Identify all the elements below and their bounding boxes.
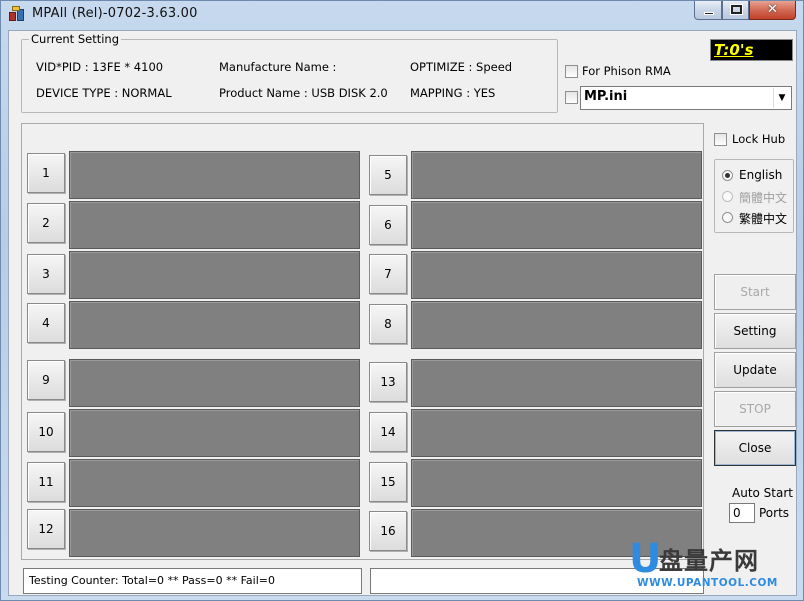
application-window: MPAll (Rel)-0702-3.63.00 ✕ Current Setti… (0, 0, 804, 601)
language-english-label[interactable]: English (739, 168, 782, 182)
watermark-url: WWW.UPANTOOL.COM (637, 577, 778, 589)
maximize-button[interactable] (722, 1, 749, 20)
port-status-bar-10 (69, 409, 360, 457)
port-status-bar-2 (69, 201, 360, 249)
title-bar[interactable]: MPAll (Rel)-0702-3.63.00 ✕ (1, 1, 803, 27)
ini-file-value: MP.ini (584, 89, 628, 104)
testing-counter-box: Testing Counter: Total=0 ** Pass=0 ** Fa… (23, 568, 362, 594)
ini-file-select[interactable]: MP.ini ▼ (580, 86, 792, 110)
ports-label: Ports (759, 506, 790, 520)
port-status-bar-12 (69, 509, 360, 557)
port-button-9[interactable]: 9 (27, 360, 65, 400)
port-button-7[interactable]: 7 (369, 254, 407, 294)
language-traditional-label[interactable]: 繁體中文 (739, 210, 787, 227)
lock-hub-checkbox[interactable] (714, 133, 727, 146)
port-status-bar-6 (411, 201, 702, 249)
vid-pid-text: VID*PID : 13FE * 4100 (36, 60, 164, 74)
timer-text: T:0's (714, 41, 754, 59)
port-button-14[interactable]: 14 (369, 412, 407, 452)
port-button-5[interactable]: 5 (369, 155, 407, 195)
port-button-11[interactable]: 11 (27, 462, 65, 502)
mapping-text: MAPPING : YES (410, 86, 496, 100)
language-simplified-label: 簡體中文 (739, 191, 788, 205)
port-button-12[interactable]: 12 (27, 509, 65, 549)
device-type-text: DEVICE TYPE : NORMAL (36, 86, 172, 100)
minimize-icon (704, 12, 714, 15)
port-status-bar-13 (411, 359, 702, 407)
port-panel: 1 2 3 4 9 10 11 12 5 6 7 8 13 14 15 16 (21, 123, 704, 560)
manufacture-name-text: Manufacture Name : (219, 60, 337, 74)
language-english-radio[interactable] (722, 170, 733, 181)
update-button[interactable]: Update (714, 352, 796, 388)
watermark-u-letter: U (629, 536, 662, 582)
port-button-13[interactable]: 13 (369, 362, 407, 402)
port-status-bar-8 (411, 301, 702, 349)
port-status-bar-11 (69, 459, 360, 507)
setting-button[interactable]: Setting (714, 313, 796, 349)
port-status-bar-5 (411, 151, 702, 199)
port-status-bar-7 (411, 251, 702, 299)
window-title: MPAll (Rel)-0702-3.63.00 (32, 6, 198, 21)
app-icon (9, 6, 25, 22)
port-status-bar-9 (69, 359, 360, 407)
watermark-logo: U 盘量产网 WWW.UPANTOOL.COM (629, 538, 793, 596)
start-button[interactable]: Start (714, 274, 796, 310)
port-status-bar-3 (69, 251, 360, 299)
close-button[interactable]: Close (714, 430, 796, 466)
for-phison-rma-label: For Phison RMA (582, 64, 671, 78)
auto-start-ports-input[interactable]: 0 (729, 503, 755, 523)
port-button-6[interactable]: 6 (369, 205, 407, 245)
watermark-brand: 盘量产网 (659, 547, 759, 575)
language-traditional-radio[interactable] (722, 212, 733, 223)
port-button-10[interactable]: 10 (27, 412, 65, 452)
timer-display: T:0's (710, 39, 793, 61)
port-button-3[interactable]: 3 (27, 254, 65, 294)
port-status-bar-4 (69, 301, 360, 349)
lock-hub-label: Lock Hub (732, 132, 786, 146)
port-status-bar-1 (69, 151, 360, 199)
current-setting-legend: Current Setting (29, 32, 122, 46)
product-name-text: Product Name : USB DISK 2.0 (219, 86, 388, 100)
port-button-16[interactable]: 16 (369, 511, 407, 551)
for-phison-rma-checkbox[interactable] (565, 65, 578, 78)
current-setting-group: Current Setting VID*PID : 13FE * 4100 DE… (21, 32, 558, 113)
auto-start-label: Auto Start (732, 486, 793, 500)
port-status-bar-14 (411, 409, 702, 457)
stop-button[interactable]: STOP (714, 391, 796, 427)
port-button-2[interactable]: 2 (27, 203, 65, 243)
optimize-text: OPTIMIZE : Speed (410, 60, 513, 74)
port-button-1[interactable]: 1 (27, 153, 65, 193)
window-close-button[interactable]: ✕ (749, 1, 796, 20)
port-status-bar-15 (411, 459, 702, 507)
client-area: Current Setting VID*PID : 13FE * 4100 DE… (8, 30, 797, 596)
port-button-8[interactable]: 8 (369, 304, 407, 344)
minimize-button[interactable] (694, 1, 722, 20)
language-simplified-radio (722, 191, 733, 202)
chevron-down-icon[interactable]: ▼ (773, 88, 790, 108)
testing-counter-text: Testing Counter: Total=0 ** Pass=0 ** Fa… (29, 574, 275, 587)
close-icon: ✕ (767, 2, 778, 17)
port-button-4[interactable]: 4 (27, 303, 65, 343)
maximize-icon (730, 4, 743, 15)
port-button-15[interactable]: 15 (369, 462, 407, 502)
ini-file-checkbox[interactable] (565, 91, 578, 104)
language-group: English 簡體中文 繁體中文 (714, 159, 794, 233)
